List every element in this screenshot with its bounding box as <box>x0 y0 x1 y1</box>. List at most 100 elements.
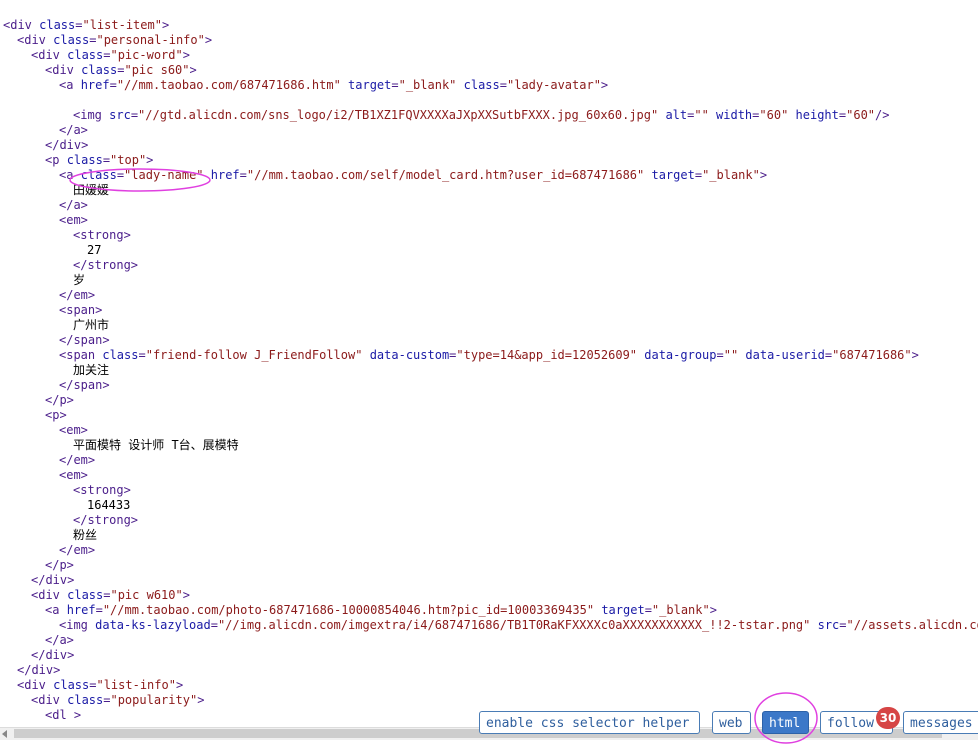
code-token: > <box>161 18 170 32</box>
code-token: </div> <box>45 138 89 152</box>
code-token: </p> <box>45 558 74 572</box>
code-line: <a href="//mm.taobao.com/687471686.htm" … <box>59 78 608 93</box>
code-token: > <box>175 678 184 692</box>
code-line: <div class="pic s60"> <box>45 63 197 78</box>
code-line: <img src="//gtd.alicdn.com/sns_logo/i2/T… <box>73 108 889 123</box>
code-token: > <box>182 588 190 602</box>
code-token: "pic s60" <box>124 63 190 77</box>
code-token: "_blank" <box>702 168 760 182</box>
code-token: "//gtd.alicdn.com/sns_logo/i2/TB1XZ1FQVX… <box>138 108 659 122</box>
code-token: <a <box>59 168 81 182</box>
code-line: </em> <box>59 543 95 558</box>
code-token: "" <box>723 348 739 362</box>
code-token: 田媛媛 <box>73 183 110 197</box>
code-token: href <box>66 603 96 617</box>
code-token: = <box>694 168 703 182</box>
code-token: = <box>109 78 117 92</box>
code-token: href <box>203 168 240 182</box>
code-token: "pic w610" <box>110 588 183 602</box>
code-token: </strong> <box>73 258 139 272</box>
code-token: > <box>204 33 213 47</box>
code-token: target <box>594 603 645 617</box>
code-token: 164433 <box>87 498 131 512</box>
code-token: class <box>39 18 76 32</box>
code-token: > <box>189 63 197 77</box>
code-token: > <box>146 153 154 167</box>
code-token: "//mm.taobao.com/self/model_card.htm?use… <box>246 168 645 182</box>
messages-tab-button[interactable]: messages <box>903 711 978 734</box>
code-line: 田媛媛 <box>73 183 109 198</box>
code-token: target <box>340 78 392 92</box>
code-token: class <box>67 48 104 62</box>
code-token: "personal-info" <box>96 33 205 47</box>
code-token: <dl > <box>45 708 82 722</box>
code-token: = <box>716 348 724 362</box>
code-token: data-group <box>637 348 717 362</box>
css-selector-helper-button[interactable]: enable css selector helper <box>479 711 700 734</box>
code-token: </a> <box>59 123 88 137</box>
code-token: alt <box>658 108 688 122</box>
code-token: <img <box>59 618 96 632</box>
code-token: > <box>600 78 609 92</box>
code-token: <strong> <box>73 483 131 497</box>
code-token: "lady-avatar" <box>507 78 601 92</box>
code-token: <span> <box>59 303 103 317</box>
code-token: "//assets.alicdn.com/ki <box>846 618 978 632</box>
code-token: "list-info" <box>96 678 176 692</box>
code-line: </em> <box>59 453 95 468</box>
source-code-view: <div class="list-item"> <div class="perso… <box>3 18 978 725</box>
code-token: <div <box>17 33 54 47</box>
code-token: > <box>182 48 190 62</box>
code-line: <span> <box>59 303 102 318</box>
code-token: "_blank" <box>398 78 457 92</box>
code-token: /> <box>875 108 890 122</box>
code-token: <div <box>31 48 68 62</box>
code-token: <a <box>45 603 67 617</box>
code-token: src <box>810 618 840 632</box>
code-token: </p> <box>45 393 74 407</box>
scroll-left-icon[interactable] <box>2 730 7 738</box>
code-line: </a> <box>59 123 88 138</box>
code-token: <p <box>45 153 67 167</box>
follow-count-badge: 30 <box>876 707 900 729</box>
code-token: "//mm.taobao.com/687471686.htm" <box>116 78 341 92</box>
code-token: = <box>839 618 847 632</box>
code-token: </span> <box>59 333 110 347</box>
code-token: "60" <box>759 108 789 122</box>
code-token: data-ks-lazyload <box>95 618 211 632</box>
code-line: </em> <box>59 288 95 303</box>
code-line: <img data-ks-lazyload = "//img.alicdn.com/… <box>59 618 978 633</box>
code-token: 粉丝 <box>73 528 98 542</box>
code-token: > <box>197 693 205 707</box>
code-line: 164433 <box>87 498 130 513</box>
code-line: <a href="//mm.taobao.com/photo-687471686… <box>45 603 717 618</box>
code-line: <div class="popularity"> <box>31 693 204 708</box>
code-token: href <box>80 78 110 92</box>
code-token: = <box>391 78 399 92</box>
code-token: src <box>109 108 131 122</box>
code-token: <div <box>31 588 68 602</box>
code-token: </div> <box>31 648 75 662</box>
code-line: </strong> <box>73 258 138 273</box>
html-tab-button[interactable]: html <box>762 711 809 734</box>
code-line: <strong> <box>73 483 131 498</box>
code-token: "_blank" <box>651 603 710 617</box>
code-token: = <box>644 603 652 617</box>
code-token: class <box>67 588 104 602</box>
code-line: </div> <box>17 663 60 678</box>
code-token: <div <box>17 678 54 692</box>
code-token: > <box>709 603 717 617</box>
web-tab-button[interactable]: web <box>712 711 751 734</box>
code-line: <dl > <box>45 708 81 723</box>
code-token: <em> <box>59 213 88 227</box>
code-token: class <box>81 63 118 77</box>
code-line: </div> <box>45 138 88 153</box>
code-token: <em> <box>59 468 88 482</box>
code-token: <p> <box>45 408 67 422</box>
code-line: <div class="list-item"> <box>3 18 169 33</box>
code-token: "friend-follow J_FriendFollow" <box>145 348 363 362</box>
code-token: "//img.alicdn.com/imgextra/i4/687471686/… <box>217 618 811 632</box>
code-line: <div class="pic-word"> <box>31 48 190 63</box>
code-line: </a> <box>59 198 88 213</box>
code-token: class <box>67 693 104 707</box>
